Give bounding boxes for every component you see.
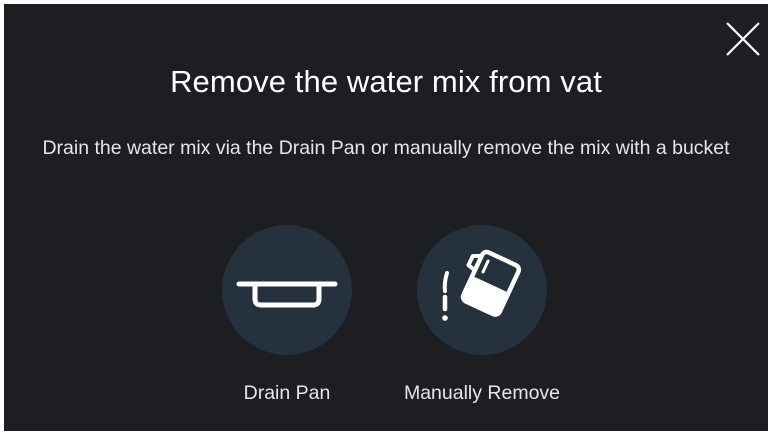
close-icon	[726, 22, 760, 56]
manually-remove-label: Manually Remove	[403, 382, 561, 404]
manually-remove-option[interactable]: Manually Remove	[404, 4, 560, 431]
drain-dialog: Remove the water mix from vat Drain the …	[4, 4, 768, 431]
manually-remove-circle[interactable]	[417, 225, 547, 355]
dialog-title: Remove the water mix from vat	[170, 64, 602, 99]
drain-pan-icon	[236, 281, 338, 308]
drain-pan-circle[interactable]	[222, 225, 352, 355]
drain-pan-option[interactable]: Drain Pan	[222, 4, 352, 431]
pouring-container-icon	[442, 249, 522, 321]
close-button[interactable]	[724, 20, 762, 58]
drain-pan-label: Drain Pan	[243, 382, 331, 404]
dialog-description: Drain the water mix via the Drain Pan or…	[42, 137, 730, 159]
